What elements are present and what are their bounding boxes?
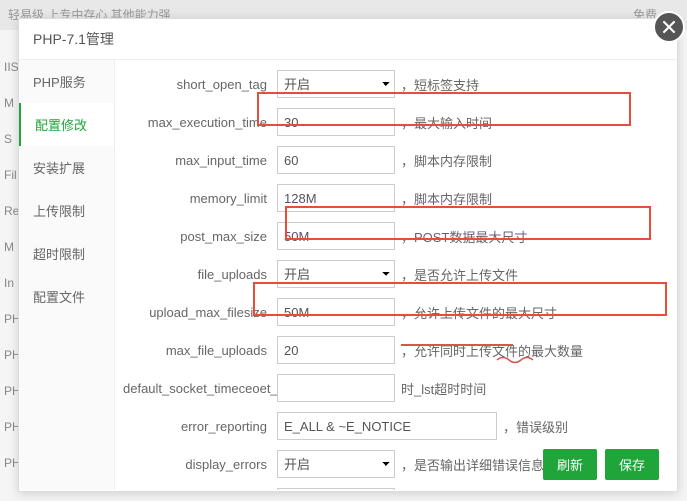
save-button[interactable]: 保存 (605, 449, 659, 480)
input-file_uploads[interactable]: 开启 (277, 260, 395, 288)
form-row-short_open_tag: short_open_tag开启 ，短标签支持 (123, 70, 661, 98)
label-max_input_time: max_input_time (123, 153, 277, 168)
input-upload_max_filesize[interactable] (277, 298, 395, 326)
footer-buttons: 刷新 保存 (543, 449, 659, 480)
desc-short_open_tag: ，短标签支持 (401, 75, 479, 94)
desc-max_execution_time: ，最大输入时间 (401, 113, 492, 132)
input-max_execution_time[interactable] (277, 108, 395, 136)
form-row-default_socket_timeceoet_ti: default_socket_timeceoet_ti 时_lst超时时间 (123, 374, 661, 402)
label-upload_max_filesize: upload_max_filesize (123, 305, 277, 320)
sidebar-item-config[interactable]: 配置修改 (19, 103, 114, 146)
input-short_open_tag[interactable]: 开启 (277, 70, 395, 98)
input-error_reporting[interactable] (277, 412, 497, 440)
close-icon (662, 20, 676, 34)
desc-error_reporting: ，错误级别 (503, 417, 568, 436)
form-row-file_uploads: file_uploads开启 ，是否允许上传文件 (123, 260, 661, 288)
sidebar-item-upload-limit[interactable]: 上传限制 (19, 189, 114, 232)
input-display_errors[interactable]: 开启 (277, 450, 395, 478)
sidebar-item-timeout-limit[interactable]: 超时限制 (19, 232, 114, 275)
desc-upload_max_filesize: ，允许上传文件的最大尺寸 (401, 303, 557, 322)
label-post_max_size: post_max_size (123, 229, 277, 244)
form-row-cgi.fix_pathinfo: cgi.fix_pathinfo开启，是否开启pathinfo (123, 488, 661, 490)
label-max_file_uploads: max_file_uploads (123, 343, 277, 358)
refresh-button[interactable]: 刷新 (543, 449, 597, 480)
form-row-post_max_size: post_max_size ，POST数据最大尺寸 (123, 222, 661, 250)
desc-display_errors: ，是否输出详细错误信息 (401, 455, 544, 474)
desc-memory_limit: ，脚本内存限制 (401, 189, 492, 208)
sidebar-item-service[interactable]: PHP服务 (19, 60, 114, 103)
label-max_execution_time: max_execution_time (123, 115, 277, 130)
desc-max_input_time: ，脚本内存限制 (401, 151, 492, 170)
label-memory_limit: memory_limit (123, 191, 277, 206)
sidebar-item-extensions[interactable]: 安装扩展 (19, 146, 114, 189)
input-post_max_size[interactable] (277, 222, 395, 250)
input-cgi.fix_pathinfo[interactable]: 开启 (277, 488, 395, 490)
desc-default_socket_timeceoet_ti: 时_lst超时时间 (401, 379, 486, 398)
close-button[interactable] (653, 11, 685, 43)
dialog-body: PHP服务 配置修改 安装扩展 上传限制 超时限制 配置文件 short_ope… (19, 60, 677, 490)
content-area: short_open_tag开启，短标签支持max_execution_time… (115, 60, 677, 490)
input-memory_limit[interactable] (277, 184, 395, 212)
form-row-max_file_uploads: max_file_uploads，允许同时上传文件的最大数量 (123, 336, 661, 364)
label-display_errors: display_errors (123, 457, 277, 472)
input-max_file_uploads[interactable] (277, 336, 395, 364)
input-default_socket_timeceoet_ti[interactable] (277, 374, 395, 402)
red-underline-annotation (401, 344, 513, 346)
form-row-error_reporting: error_reporting ，错误级别 (123, 412, 661, 440)
sidebar-item-config-file[interactable]: 配置文件 (19, 275, 114, 318)
form-row-memory_limit: memory_limit ，脚本内存限制 (123, 184, 661, 212)
label-short_open_tag: short_open_tag (123, 77, 277, 92)
red-scribble-annotation (495, 354, 535, 366)
sidebar: PHP服务 配置修改 安装扩展 上传限制 超时限制 配置文件 (19, 60, 115, 490)
form-row-max_input_time: max_input_time ，脚本内存限制 (123, 146, 661, 174)
form-row-upload_max_filesize: upload_max_filesize ，允许上传文件的最大尺寸 (123, 298, 661, 326)
form-row-max_execution_time: max_execution_time ，最大输入时间 (123, 108, 661, 136)
dialog-title: PHP-7.1管理 (19, 19, 677, 60)
dialog-php-manage: PHP-7.1管理 PHP服务 配置修改 安装扩展 上传限制 超时限制 配置文件… (18, 18, 678, 492)
label-error_reporting: error_reporting (123, 419, 277, 434)
label-file_uploads: file_uploads (123, 267, 277, 282)
desc-post_max_size: ，POST数据最大尺寸 (401, 227, 527, 246)
input-max_input_time[interactable] (277, 146, 395, 174)
desc-file_uploads: ，是否允许上传文件 (401, 265, 518, 284)
label-default_socket_timeceoet_ti: default_socket_timeceoet_ti (123, 381, 277, 396)
